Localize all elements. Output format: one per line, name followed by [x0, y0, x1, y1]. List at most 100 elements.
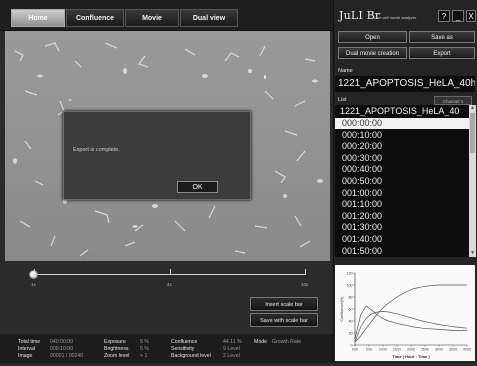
time-slider-track[interactable] [34, 274, 306, 275]
help-button[interactable]: ? [438, 10, 450, 22]
list-label: List [338, 97, 347, 103]
export-complete-dialog: Export is complete. OK [63, 111, 251, 200]
background-level-value: 2 Level [223, 353, 240, 359]
x-tick-label: 0:00 [352, 348, 358, 352]
slider-tick [170, 269, 171, 274]
export-button[interactable]: Export [409, 47, 475, 59]
list-item-time: 001:40:00 [342, 234, 383, 244]
mode-value: Growth Rate [272, 339, 302, 345]
scroll-thumb[interactable] [470, 113, 475, 153]
list-item[interactable]: 001:30:00 [335, 222, 469, 233]
name-field[interactable]: 1221_APOPTOSIS_HeLA_40hr [335, 76, 475, 92]
list-item-time: 000:50:00 [342, 176, 383, 186]
list-item-time: 001:00:00 [342, 187, 383, 198]
tab-bar: Home Confluence Movie Dual view [0, 0, 333, 31]
x-tick-label: 10:00 [379, 348, 387, 352]
name-label: Name [338, 68, 353, 74]
interval-value: 000:10:00 [50, 346, 74, 352]
list-item-time: 001:20:00 [342, 210, 383, 221]
confluence-value: 44.11 % [223, 339, 242, 345]
list-header: 1221_APOPTOSIS_HeLA_40 [340, 106, 460, 116]
minimize-button[interactable]: _ [452, 10, 464, 22]
y-tick-label: 40 [349, 319, 353, 323]
x-tick-label: 25:00 [421, 348, 429, 352]
brightness-value: 5 % [140, 346, 149, 352]
sensitivity-value: 9 Level [223, 346, 240, 352]
list-item[interactable]: 001:10:00 [335, 199, 469, 210]
list-item[interactable]: 001:00:00 [335, 188, 469, 199]
list-item[interactable]: 001:20:00 [335, 211, 469, 222]
list-item[interactable]: 001:50:00 [335, 246, 469, 257]
list-item-time: 000:10:00 [342, 129, 383, 140]
app-tagline: Live cell movie analyzer [374, 15, 417, 20]
y-tick-label: 120 [347, 271, 353, 275]
y-tick-label: 20 [349, 331, 353, 335]
tab-confluence[interactable]: Confluence [66, 9, 124, 27]
exposure-value: 5 % [140, 339, 149, 345]
save-as-button[interactable]: Save as [409, 31, 475, 43]
microscopy-image-viewer[interactable]: Export is complete. OK [5, 31, 330, 261]
x-tick-label: 5:00 [366, 348, 372, 352]
dual-movie-creation-button[interactable]: Dual movie creation [338, 47, 407, 59]
list-item-time: 000:20:00 [342, 141, 383, 152]
list-item[interactable]: 000:30:00 [335, 153, 469, 164]
slider-tick-label: 4x [167, 282, 172, 287]
list-scrollbar[interactable]: ▲ ▼ [469, 105, 476, 257]
sensitivity-label: Sensitivity [171, 346, 195, 352]
slider-tick-label: 10x [301, 282, 309, 287]
list-item[interactable]: 000:50:00 [335, 176, 469, 187]
tab-home[interactable]: Home [11, 9, 65, 27]
list-item-time: 001:50:00 [342, 245, 383, 256]
x-tick-label: 40:00 [463, 348, 471, 352]
mode-label: Mode [254, 339, 267, 345]
confluence-label: Confluence [171, 339, 198, 345]
exposure-label: Exposure [104, 339, 126, 345]
info-bar: Total time 040:00:00 Interval 000:10:00 … [0, 334, 333, 363]
scroll-up-icon[interactable]: ▲ [469, 105, 476, 112]
list-item[interactable]: 000:10:00 [335, 130, 469, 141]
y-tick-label: 80 [349, 295, 353, 299]
open-button[interactable]: Open [338, 31, 407, 43]
zoom-level-label: Zoom level [104, 353, 130, 359]
tab-dual-view[interactable]: Dual view [180, 9, 238, 27]
image-label: Image [18, 353, 33, 359]
dialog-message: Export is complete. [73, 147, 120, 153]
y-tick-label: 100 [347, 283, 353, 287]
x-tick-label: 35:00 [449, 348, 457, 352]
image-value: 00001 / 00240 [50, 353, 84, 359]
list-item[interactable]: 001:40:00 [335, 234, 469, 245]
total-time-value: 040:00:00 [50, 339, 74, 345]
y-axis-label: Confluence(%) [340, 296, 344, 322]
confluence-chart: 0 20 40 60 80 100 120 0:00 5:00 10:00 15:00 20:00 25… [335, 265, 475, 361]
ok-button[interactable]: OK [177, 181, 218, 193]
list-item-time: 001:10:00 [342, 199, 383, 210]
scroll-down-icon[interactable]: ▼ [469, 250, 476, 257]
slider-tick-label: 1x [31, 282, 36, 287]
tab-movie[interactable]: Movie [125, 9, 179, 27]
interval-label: Interval [18, 346, 36, 352]
x-tick-label: 15:00 [393, 348, 401, 352]
timepoint-list[interactable]: 1221_APOPTOSIS_HeLA_40 000:00:00 000:10:0… [335, 105, 469, 257]
time-slider-thumb[interactable] [29, 270, 38, 279]
list-item[interactable]: 000:00:00 [335, 118, 469, 130]
list-item-time: 000:00:00 [342, 118, 383, 128]
close-button[interactable]: X [466, 10, 476, 22]
x-tick-label: 20:00 [407, 348, 415, 352]
brightness-label: Brightness [104, 346, 129, 352]
x-tick-label: 30:00 [435, 348, 443, 352]
save-with-scale-bar-button[interactable]: Save with scale bar [250, 313, 318, 327]
background-level-label: Background level [171, 353, 211, 359]
insert-scale-bar-button[interactable]: Insert scale bar [250, 297, 318, 311]
list-item[interactable]: 000:40:00 [335, 164, 469, 175]
series-line-3 [354, 305, 467, 340]
list-item[interactable]: 000:20:00 [335, 141, 469, 152]
list-item-time: 000:40:00 [342, 164, 383, 175]
zoom-level-value: + 1 [140, 353, 148, 359]
y-tick-label: 60 [349, 307, 353, 311]
list-item-time: 000:30:00 [342, 152, 383, 163]
slider-tick [305, 269, 306, 274]
list-item-time: 001:30:00 [342, 222, 383, 233]
total-time-label: Total time [18, 339, 41, 345]
channel-selector[interactable]: Channel 1 [434, 96, 472, 105]
confluence-chart-svg: 0204060801001200:00 5:00 10:00 15:00 20:00 25… [340, 271, 471, 359]
